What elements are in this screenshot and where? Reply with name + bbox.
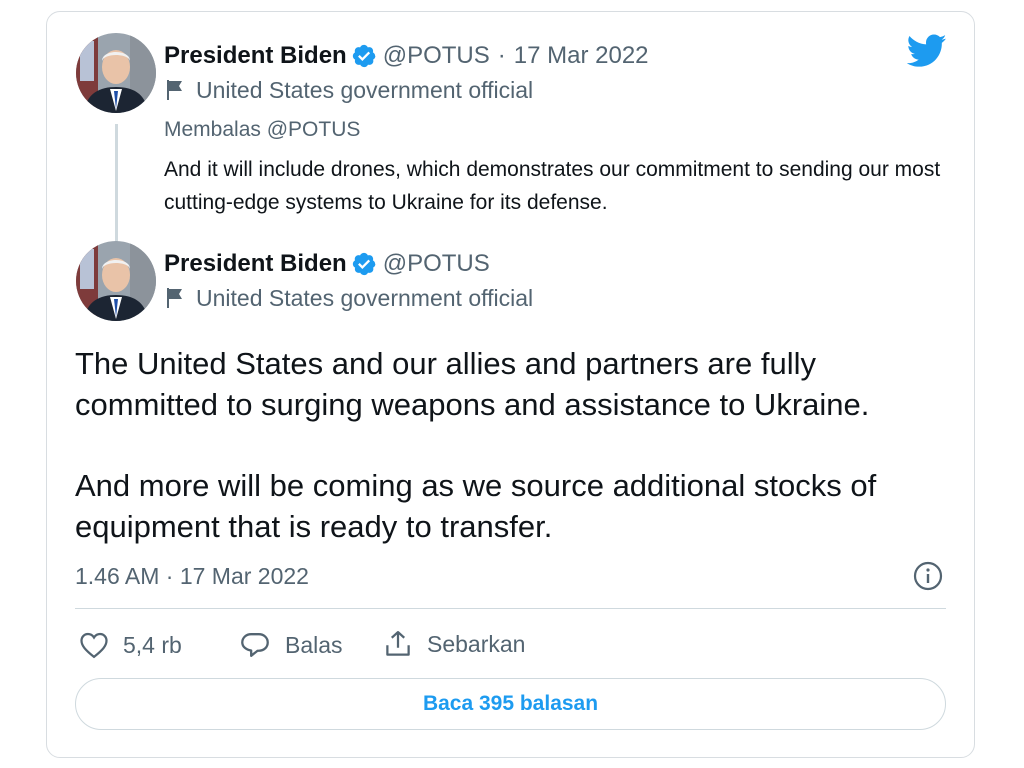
tweet-date[interactable]: 17 Mar 2022: [514, 42, 649, 70]
reply-author-row: President Biden @POTUS · 17 Mar 2022: [164, 42, 649, 70]
label-text: United States government official: [196, 77, 534, 103]
verified-badge-icon: [351, 43, 377, 69]
separator-dot: ·: [497, 42, 506, 69]
read-replies-label: Baca 395 balasan: [422, 692, 599, 715]
reply-button[interactable]: Balas: [239, 631, 343, 659]
label-text: United States government official: [196, 285, 534, 311]
author-handle[interactable]: @POTUS: [383, 42, 490, 70]
verified-badge-icon: [351, 251, 377, 277]
info-icon[interactable]: [913, 561, 943, 596]
divider: [75, 608, 946, 609]
avatar[interactable]: [76, 33, 156, 113]
government-label: United States government official: [166, 76, 533, 104]
author-name[interactable]: President Biden: [164, 42, 347, 70]
main-tweet-paragraph-2: And more will be coming as we source add…: [75, 468, 877, 544]
reply-label: Balas: [285, 632, 343, 658]
heart-icon: [80, 632, 108, 659]
main-author-row: President Biden @POTUS: [164, 250, 490, 278]
author-handle[interactable]: @POTUS: [383, 250, 490, 278]
reply-tweet-text: And it will include drones, which demons…: [164, 158, 941, 214]
flag-icon: [167, 288, 182, 308]
share-label: Sebarkan: [427, 631, 526, 657]
tweet-timestamp[interactable]: 1.46 AM · 17 Mar 2022: [75, 562, 309, 590]
flag-icon: [167, 80, 182, 100]
share-button[interactable]: Sebarkan: [383, 629, 525, 659]
like-count: 5,4 rb: [123, 632, 182, 658]
avatar-portrait-icon: [76, 241, 156, 321]
twitter-bird-icon[interactable]: [906, 34, 947, 73]
embedded-tweet-card: President Biden @POTUS · 17 Mar 2022 Uni…: [46, 11, 975, 758]
read-replies-button[interactable]: Baca 395 balasan: [75, 678, 946, 730]
main-tweet-paragraph-1: The United States and our allies and par…: [75, 346, 870, 422]
government-label: United States government official: [166, 284, 533, 312]
avatar-portrait-icon: [76, 33, 156, 113]
author-name[interactable]: President Biden: [164, 250, 347, 278]
replying-to[interactable]: Membalas @POTUS: [164, 117, 360, 143]
avatar[interactable]: [76, 241, 156, 321]
share-upload-icon: [386, 631, 410, 656]
thread-connector-line: [115, 124, 118, 244]
speech-bubble-icon: [241, 633, 269, 657]
like-button[interactable]: 5,4 rb: [79, 631, 182, 659]
